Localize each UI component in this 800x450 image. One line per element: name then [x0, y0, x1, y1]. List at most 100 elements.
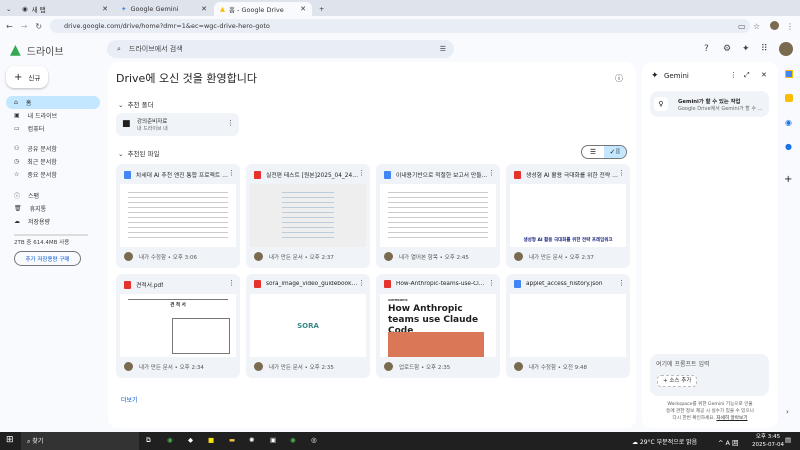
info-icon[interactable]: ⓘ [615, 73, 623, 84]
new-button[interactable]: + 신규 [6, 66, 48, 88]
more-options-icon[interactable]: ⋮ [228, 279, 235, 287]
apps-grid-icon[interactable]: ⠿ [761, 44, 768, 54]
file-thumbnail [380, 184, 496, 247]
close-icon[interactable]: ✕ [102, 5, 108, 13]
file-thumbnail: SORA [250, 294, 366, 357]
contacts-icon[interactable]: ● [785, 142, 792, 151]
chrome-icon[interactable]: ◉ [290, 436, 296, 444]
file-card[interactable]: sora_image_video_guidebook.pdf ⋮ SORA 내가 만든… [246, 274, 370, 378]
sidebar-item-spam[interactable]: ⓘ 스팸 [6, 189, 100, 202]
search-input[interactable]: ⌕ 드라이브에서 검색 ☰ [107, 40, 454, 58]
weather-widget[interactable]: ☁ 29°C 부분적으로 맑음 [632, 437, 697, 446]
back-icon[interactable]: ← [6, 22, 13, 31]
new-tab-button[interactable]: + [313, 2, 330, 16]
close-icon[interactable]: ✕ [201, 5, 207, 13]
plus-icon: + [14, 71, 23, 83]
page-title: Drive에 오신 것을 환영합니다 [116, 72, 258, 85]
sidebar-item-computers[interactable]: ▭ 컴퓨터 [6, 122, 100, 135]
owner-avatar [124, 252, 133, 261]
reload-icon[interactable]: ↻ [35, 22, 42, 31]
buy-storage-button[interactable]: 추가 저장용량 구매 [14, 251, 81, 266]
drive-logo[interactable]: ▲ 드라이브 [10, 42, 64, 58]
learn-more-link[interactable]: 자세히 알아보기 [716, 416, 747, 421]
bookmark-star-icon[interactable]: ☆ [753, 22, 760, 31]
tab-drive[interactable]: ▲ 홈 - Google Drive ✕ [214, 2, 312, 16]
file-card[interactable]: 생성형 AI 활용 극대화를 위한 전략 프... ⋮ 생성형 AI 활용 극대화를… [506, 164, 630, 268]
system-tray-icons[interactable]: ^ A 囲 [718, 437, 739, 447]
sidebar-item-home[interactable]: ⌂ 홈 [6, 96, 100, 109]
search-options-icon[interactable]: ☰ [440, 45, 446, 53]
tasks-icon[interactable]: ◉ [785, 118, 792, 127]
file-thumbnail: 생성형 AI 활용 극대화를 위한 전략 프레임워크 [510, 184, 626, 247]
url-field[interactable]: drive.google.com/drive/home?dmr=1&ec=wgc… [50, 19, 750, 33]
more-options-icon[interactable]: ⋮ [227, 119, 234, 127]
list-view-icon[interactable]: ☰ [582, 146, 604, 158]
file-card[interactable]: How-Anthropic-teams-use-Clau... ⋮ ANTHROPI… [376, 274, 500, 378]
sidebar-item-storage[interactable]: ☁ 저장용량 [6, 215, 100, 228]
tab-new-tab[interactable]: ◉ 새 탭 ✕ [16, 2, 114, 16]
close-icon[interactable]: ✕ [761, 71, 767, 79]
gemini-icon: ✦ [121, 5, 127, 13]
notion-icon[interactable]: ▣ [270, 436, 276, 444]
sidebar-item-trash[interactable]: 🗑 휴지통 [6, 202, 100, 215]
app-icon[interactable]: ◎ [311, 436, 317, 444]
more-options-icon[interactable]: ⋮ [358, 279, 365, 287]
more-link[interactable]: 더보기 [121, 395, 138, 404]
cast-icon[interactable]: ▭ [738, 22, 746, 31]
task-view-icon[interactable]: ⧉ [146, 436, 151, 445]
tab-list-button[interactable]: ⌄ [4, 2, 14, 16]
owner-avatar [254, 362, 263, 371]
forward-icon[interactable]: → [21, 22, 28, 31]
menu-icon[interactable]: ⋮ [786, 22, 794, 31]
clock[interactable]: 오후 3:45 2025-07-04 [752, 433, 784, 449]
more-options-icon[interactable]: ⋮ [358, 169, 365, 177]
notification-icon[interactable]: ▤ [785, 436, 791, 444]
settings-gear-icon[interactable]: ⚙ [723, 44, 731, 54]
taskbar-search[interactable]: ⌕ 찾기 [21, 432, 139, 450]
sidebar-item-recent[interactable]: ◷ 최근 문서함 [6, 155, 100, 168]
storage-bar [14, 234, 88, 236]
sidebar-item-shared[interactable]: ⚇ 공유 문서함 [6, 142, 100, 155]
gemini-suggestion[interactable]: ♀ Gemini가 할 수 있는 작업 Google Drive에서 Gemin… [650, 91, 769, 117]
account-avatar[interactable] [779, 42, 793, 56]
add-source-button[interactable]: + 소스 추가 [657, 375, 698, 387]
grid-view-icon[interactable]: ✓⠿ [604, 146, 626, 158]
expand-icon[interactable]: ⤢ [744, 71, 750, 80]
more-options-icon[interactable]: ⋮ [228, 169, 235, 177]
tab-gemini[interactable]: ✦ Google Gemini ✕ [115, 2, 213, 16]
windows-start-icon[interactable]: ⊞ [6, 435, 14, 445]
file-card[interactable]: 차세대 AI 추천 엔진 통합 프로젝트 추... ⋮ 내가 수정함 • 오후 3:… [116, 164, 240, 268]
suggested-files-toggle[interactable]: ⌄ 추천된 파일 [118, 148, 160, 158]
sidebar-item-starred[interactable]: ☆ 중요 문서함 [6, 168, 100, 181]
more-options-icon[interactable]: ⋮ [488, 279, 495, 287]
owner-avatar [384, 362, 393, 371]
sidebar-item-my-drive[interactable]: ▣ 내 드라이브 [6, 109, 100, 122]
view-toggle[interactable]: ☰ ✓⠿ [581, 145, 627, 159]
suggested-folders-toggle[interactable]: ⌄ 추천 폴더 [118, 99, 154, 109]
file-card[interactable]: 실전편 테스트 [원본]2025_04_24 ... ⋮ 내가 만든 문서 • 오후… [246, 164, 370, 268]
add-app-icon[interactable]: + [784, 174, 792, 185]
expand-rail-icon[interactable]: › [786, 408, 789, 416]
more-options-icon[interactable]: ⋮ [618, 169, 625, 177]
keep-icon[interactable] [785, 94, 793, 102]
kakaotalk-icon[interactable]: ■ [208, 436, 214, 444]
calendar-icon[interactable] [785, 70, 793, 78]
gemini-icon[interactable]: ✦ [742, 44, 750, 54]
chrome-icon[interactable]: ◉ [167, 436, 173, 444]
folder-card[interactable]: ■ 강의준비자료 내 드라이브 내 ⋮ [116, 113, 239, 136]
file-explorer-icon[interactable]: ▬ [229, 436, 235, 444]
file-card[interactable]: 이내용기반으로 적절한 보고서 만들... ⋮ 내가 열어본 항목 • 오후 2:4… [376, 164, 500, 268]
file-card[interactable]: 견적서.pdf ⋮ 견 적 서 내가 만든 문서 • 오후 2:34 [116, 274, 240, 378]
more-options-icon[interactable]: ⋮ [730, 71, 737, 79]
help-icon[interactable]: ? [704, 44, 709, 54]
gemini-prompt-input[interactable]: 여기에 프롬프트 입력 + 소스 추가 [650, 354, 769, 396]
app-icon[interactable]: ◆ [188, 436, 193, 444]
more-options-icon[interactable]: ⋮ [618, 279, 625, 287]
more-options-icon[interactable]: ⋮ [488, 169, 495, 177]
profile-avatar[interactable] [770, 21, 779, 30]
chatgpt-icon[interactable]: ✺ [249, 436, 254, 444]
doc-file-icon [384, 170, 391, 179]
file-thumbnail [510, 294, 626, 357]
file-card[interactable]: applet_access_history.json ⋮ 내가 수정함 • 오전 9… [506, 274, 630, 378]
close-icon[interactable]: ✕ [300, 5, 306, 13]
